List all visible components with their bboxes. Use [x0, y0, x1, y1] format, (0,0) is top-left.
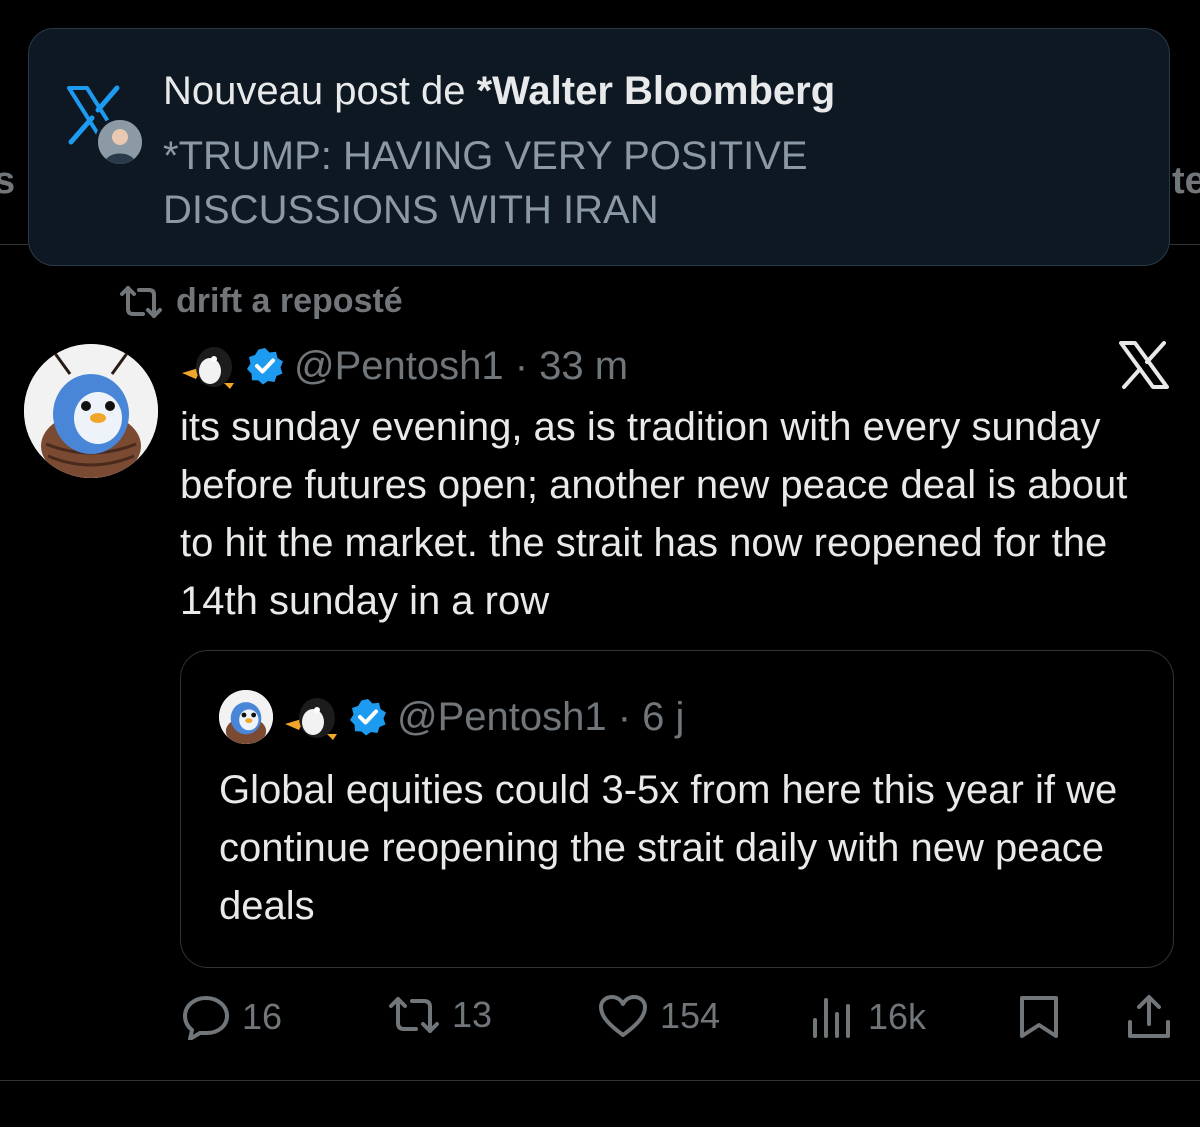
tweet-text: its sunday evening, as is tradition with… — [180, 405, 1128, 623]
x-close-icon[interactable] — [1118, 340, 1170, 390]
quoted-author-avatar — [219, 690, 273, 744]
bookmark-button[interactable] — [1018, 994, 1060, 1040]
background-text-fragment-right: te — [1172, 160, 1200, 202]
repost-label: drift a reposté — [176, 282, 403, 320]
tweet-action-bar: 16 13 154 16k — [0, 994, 1200, 1044]
repost-icon — [118, 285, 164, 319]
author-handle-timestamp[interactable]: @Pentosh1 · 33 m — [294, 344, 628, 389]
notification-body: *TRUMP: HAVING VERY POSITIVE DISCUSSIONS… — [163, 134, 808, 232]
verified-badge-icon — [349, 698, 387, 736]
reply-count: 16 — [242, 996, 283, 1037]
heart-icon — [598, 994, 648, 1038]
views-button[interactable]: 16k — [810, 994, 926, 1040]
notification-author-name: *Walter Bloomberg — [476, 69, 836, 113]
penguin-emoji-icon — [283, 694, 339, 740]
share-icon — [1126, 994, 1172, 1040]
penguin-emoji-icon — [180, 343, 236, 389]
notification-banner[interactable]: Nouveau post de *Walter Bloomberg *TRUMP… — [28, 28, 1170, 266]
notification-title-prefix: Nouveau post de — [163, 69, 466, 113]
repost-count: 13 — [452, 994, 493, 1035]
quoted-handle-timestamp: @Pentosh1 · 6 j — [397, 694, 685, 739]
background-text-fragment-left: s — [0, 160, 16, 202]
notification-title: Nouveau post de *Walter Bloomberg — [163, 69, 835, 114]
repost-icon — [388, 996, 440, 1034]
notification-author-avatar — [95, 117, 145, 167]
quoted-tweet-text: Global equities could 3-5x from here thi… — [219, 768, 1118, 928]
divider — [0, 1080, 1200, 1081]
verified-badge-icon[interactable] — [246, 347, 284, 385]
tweet-header: @Pentosh1 · 33 m — [180, 338, 628, 394]
reply-button[interactable]: 16 — [182, 994, 282, 1040]
reply-icon — [182, 994, 230, 1040]
like-button[interactable]: 154 — [598, 994, 720, 1038]
views-chart-icon — [810, 994, 856, 1040]
views-count: 16k — [868, 996, 927, 1037]
share-button[interactable] — [1126, 994, 1172, 1040]
author-avatar[interactable] — [24, 344, 158, 478]
quoted-tweet-header: @Pentosh1 · 6 j — [219, 689, 684, 745]
bookmark-icon — [1018, 994, 1060, 1040]
like-count: 154 — [660, 995, 721, 1036]
repost-button[interactable]: 13 — [388, 994, 492, 1036]
repost-context[interactable]: drift a reposté — [118, 282, 403, 321]
quoted-tweet[interactable]: @Pentosh1 · 6 j Global equities could 3-… — [180, 650, 1174, 968]
